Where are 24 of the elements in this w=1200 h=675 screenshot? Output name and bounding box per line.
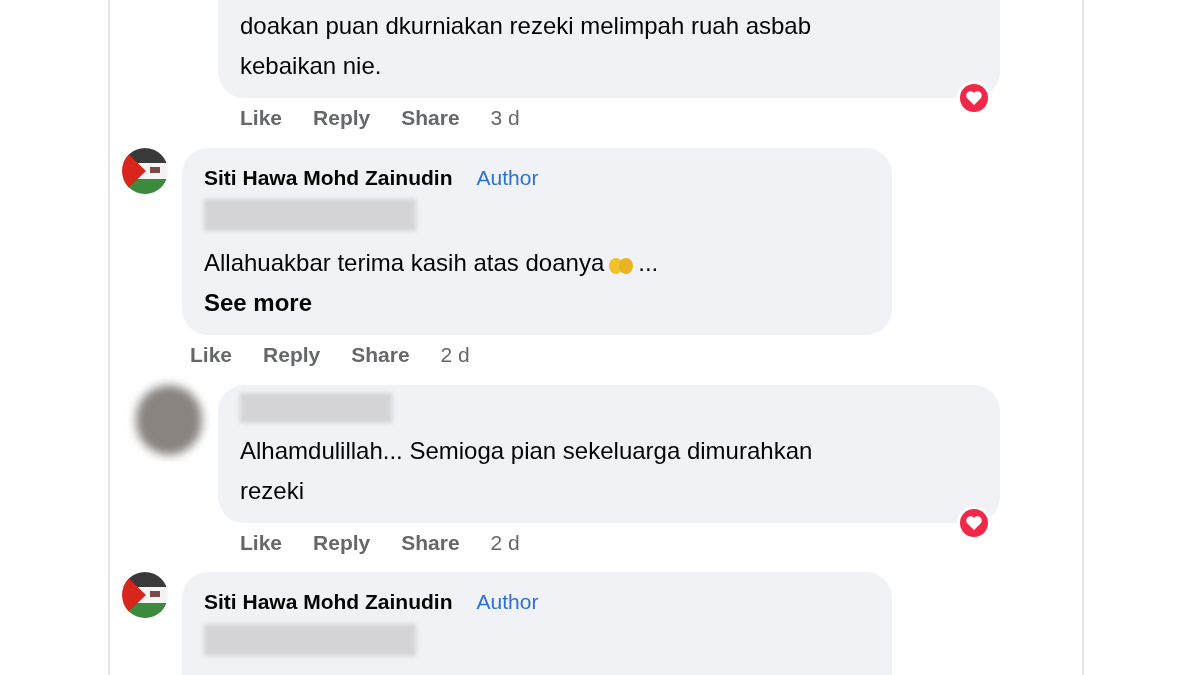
- author-label: Author: [476, 164, 539, 191]
- comment-time: 3 d: [490, 105, 520, 131]
- see-more-link[interactable]: See more: [204, 283, 313, 323]
- comment-action-link[interactable]: Share: [401, 526, 460, 558]
- comment-text: Allahuakbar terima kasih atas doanya: [204, 249, 605, 276]
- comment-action-link[interactable]: Like: [190, 339, 233, 371]
- author-name[interactable]: Siti Hawa Mohd Zainudin: [204, 161, 453, 193]
- comment-time: 2 d: [490, 529, 520, 556]
- flag-avatar-icon: [122, 572, 168, 618]
- ellipsis: ...: [638, 249, 659, 276]
- comment-action-link[interactable]: Like: [240, 102, 283, 134]
- comment-action-link[interactable]: Reply: [313, 102, 371, 134]
- author-label: Author: [476, 589, 539, 615]
- comment-action-link[interactable]: Share: [351, 339, 410, 371]
- author-name[interactable]: Siti Hawa Mohd Zainudin: [204, 586, 453, 618]
- flag-avatar-icon: [122, 147, 168, 194]
- comment-text: doakan puan dkurniakan rezeki melimpah ruah asbab kebaikan nie.: [240, 12, 812, 79]
- comment-time: 2 d: [440, 342, 470, 368]
- blurred-avatar: [136, 384, 202, 455]
- comment-action-link[interactable]: Like: [240, 526, 283, 558]
- comment-action-link[interactable]: Reply: [313, 526, 371, 558]
- comment-action-link[interactable]: Share: [401, 102, 460, 134]
- comment-text: Alhamdulillah... Semioga pian sekeluarga dimurahkan rezeki: [240, 436, 813, 504]
- comment-action-link[interactable]: Reply: [263, 339, 321, 371]
